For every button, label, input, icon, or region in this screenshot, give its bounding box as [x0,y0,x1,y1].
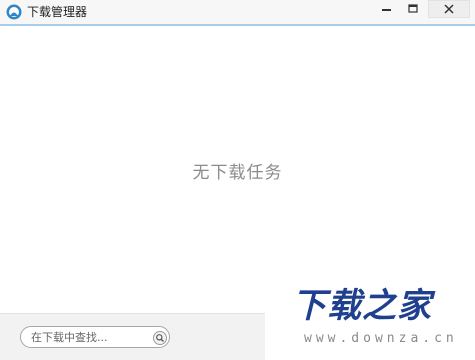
close-icon [429,1,469,17]
downza-watermark: 下载之家 www.downza.cn [288,286,470,356]
maximize-button[interactable] [402,0,424,20]
watermark-logo: 下载之家 [292,286,432,326]
download-manager-icon [6,4,22,20]
title-bar[interactable]: 下载管理器 [0,0,475,26]
search-icon[interactable] [153,330,167,345]
window-title: 下载管理器 [27,5,88,19]
close-button[interactable] [428,0,470,18]
search-input[interactable] [31,329,149,345]
search-box[interactable] [20,326,170,348]
empty-task-message: 无下载任务 [192,163,283,183]
bottom-toolbar [0,313,265,360]
minimize-icon [376,0,398,20]
minimize-button[interactable] [376,0,398,20]
watermark-url: www.downza.cn [304,331,458,346]
maximize-icon [402,0,424,20]
download-manager-window: 下载管理器 无下载任务 在下载中查找... 下载之家 www.downza.cn [0,0,475,360]
